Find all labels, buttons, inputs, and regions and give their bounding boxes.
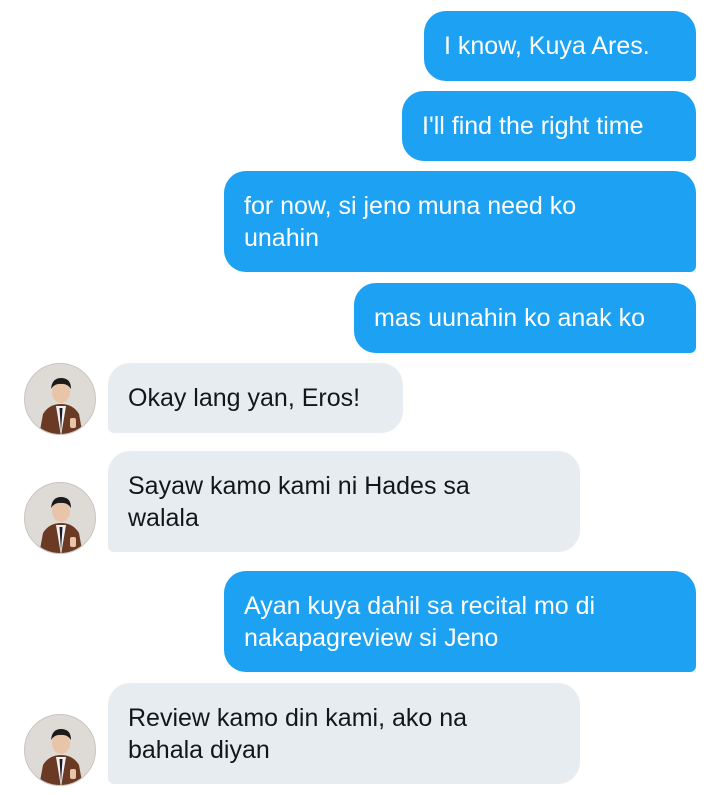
message-bubble-received[interactable]: Sayaw kamo kami ni Hades sa walala [108,451,580,552]
message-bubble-sent[interactable]: I know, Kuya Ares. [424,11,696,81]
message-bubble-received[interactable]: Review kamo din kami, ako na bahala diya… [108,683,580,784]
contact-avatar-icon[interactable] [24,482,96,554]
message-bubble-sent[interactable]: for now, si jeno muna need ko unahin [224,171,696,272]
contact-avatar-icon[interactable] [24,363,96,435]
message-bubble-sent[interactable]: I'll find the right time [402,91,696,161]
message-bubble-received[interactable]: Okay lang yan, Eros! [108,363,403,433]
contact-avatar-icon[interactable] [24,714,96,786]
message-bubble-sent[interactable]: Ayan kuya dahil sa recital mo di nakapag… [224,571,696,672]
message-bubble-sent[interactable]: mas uunahin ko anak ko [354,283,696,353]
